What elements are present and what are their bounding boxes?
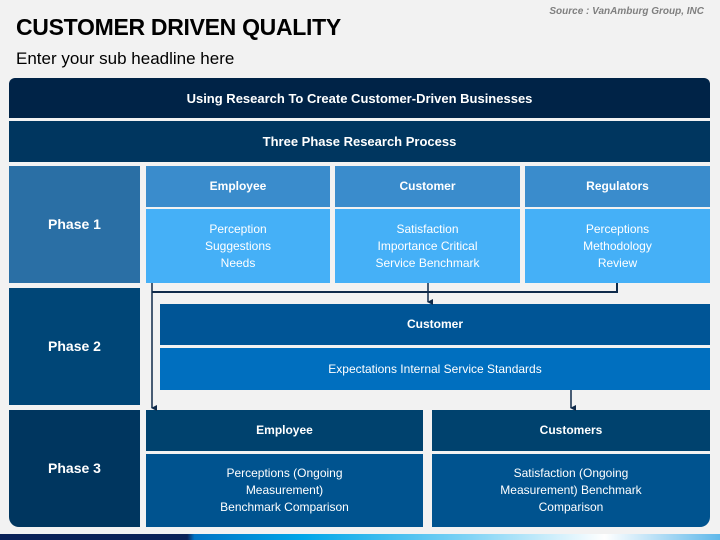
connector-lines [151,283,618,411]
footer-gradient-bar [0,534,720,540]
